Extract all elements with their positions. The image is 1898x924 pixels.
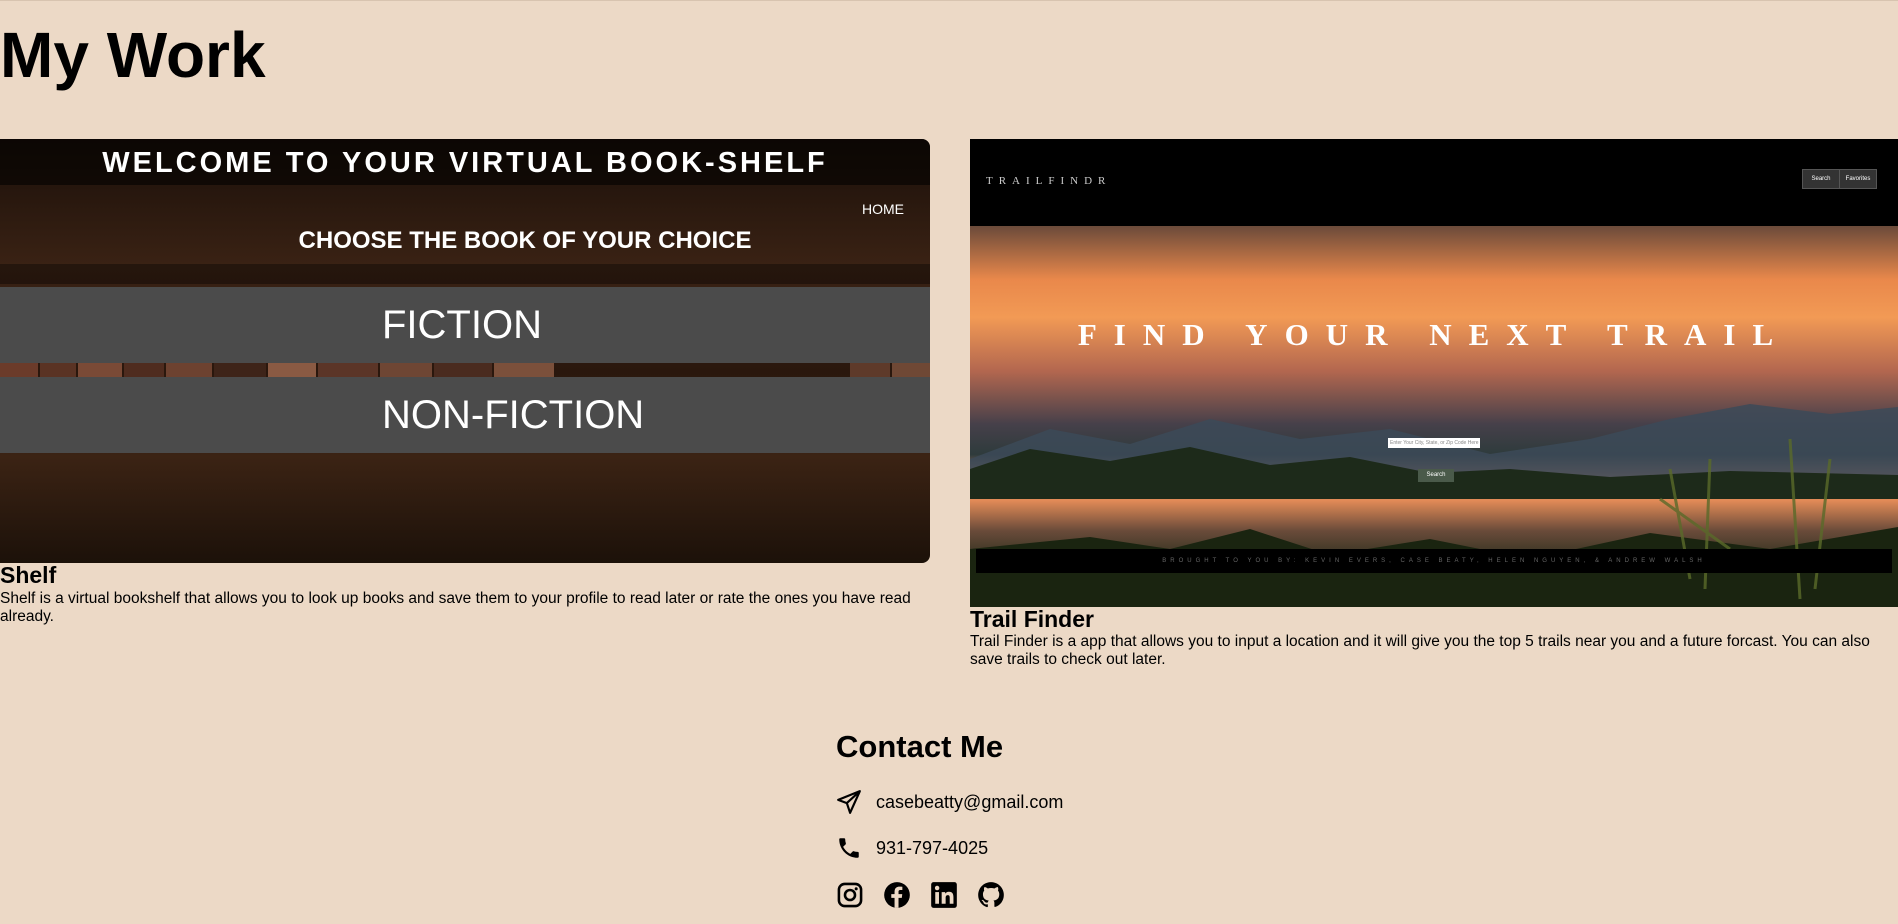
shelf-home-link[interactable]: HOME xyxy=(862,201,904,217)
trail-search-button[interactable]: Search xyxy=(1418,469,1454,482)
mountain-silhouette xyxy=(970,404,1898,607)
shelf-project-screenshot[interactable]: WELCOME TO YOUR VIRTUAL BOOK-SHELF HOME … xyxy=(0,139,930,563)
trail-finder-description: Trail Finder is a app that allows you to… xyxy=(970,633,1870,668)
paper-plane-icon xyxy=(836,789,862,815)
contact-email-text[interactable]: casebeatty@gmail.com xyxy=(876,792,1063,813)
trail-credits-footer: BROUGHT TO YOU BY: KEVIN EVERS, CASE BEA… xyxy=(976,549,1892,573)
facebook-icon[interactable] xyxy=(883,881,911,909)
phone-icon xyxy=(836,835,862,861)
fiction-label: FICTION xyxy=(382,303,542,347)
top-border xyxy=(0,0,1898,1)
contact-phone[interactable]: 931-797-4025 xyxy=(836,835,988,861)
github-icon[interactable] xyxy=(977,881,1005,909)
non-fiction-band[interactable]: NON-FICTION xyxy=(0,377,930,453)
social-links xyxy=(836,881,1024,909)
contact-phone-text[interactable]: 931-797-4025 xyxy=(876,838,988,859)
trail-nav-search[interactable]: Search xyxy=(1802,169,1840,189)
instagram-icon[interactable] xyxy=(836,881,864,909)
subheading-shade xyxy=(0,264,930,284)
shelf-description: Shelf is a virtual bookshelf that allows… xyxy=(0,590,911,625)
contact-email[interactable]: casebeatty@gmail.com xyxy=(836,789,1063,815)
contact-title: Contact Me xyxy=(836,729,1004,764)
non-fiction-label: NON-FICTION xyxy=(382,393,645,437)
trail-location-input[interactable]: Enter Your City, State, or Zip Code Here xyxy=(1388,438,1480,448)
shelf-title[interactable]: Shelf xyxy=(0,562,56,588)
shelf-subheading: CHOOSE THE BOOK OF YOUR CHOICE xyxy=(298,227,752,254)
shelf-welcome-heading: WELCOME TO YOUR VIRTUAL BOOK-SHELF xyxy=(102,147,828,179)
linkedin-icon[interactable] xyxy=(930,881,958,909)
trail-hero-heading: FIND YOUR NEXT TRAIL xyxy=(1077,317,1791,352)
trail-logo: TRAILFINDR xyxy=(986,175,1112,187)
fiction-band[interactable]: FICTION xyxy=(0,287,930,363)
trail-finder-title[interactable]: Trail Finder xyxy=(970,606,1094,632)
page-title: My Work xyxy=(0,19,266,91)
trail-finder-project-screenshot[interactable]: TRAILFINDR Search Favorites FIND YOUR NE… xyxy=(970,139,1898,607)
trail-nav-favorites[interactable]: Favorites xyxy=(1839,169,1877,189)
